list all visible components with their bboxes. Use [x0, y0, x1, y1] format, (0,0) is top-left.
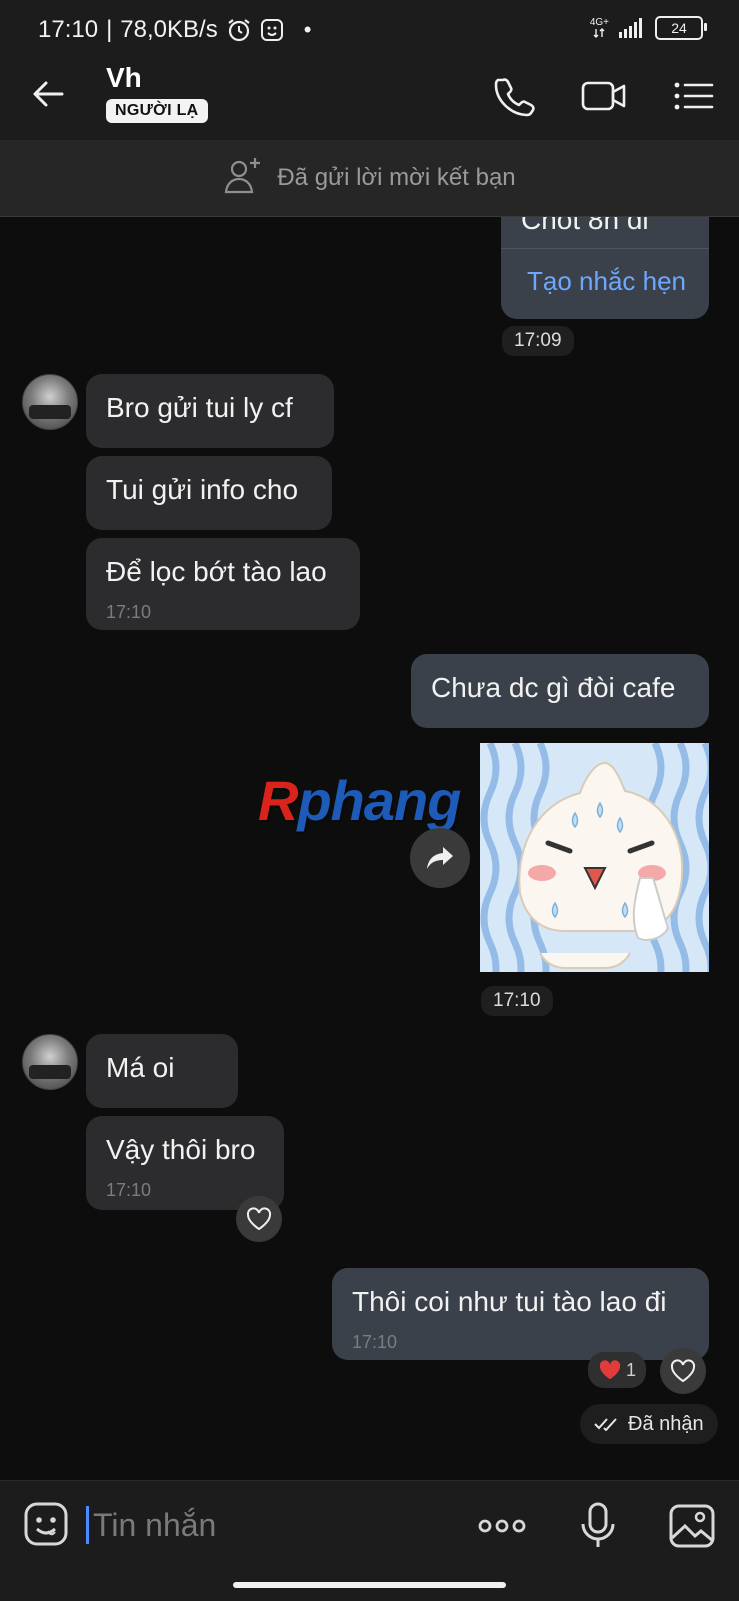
more-options-icon[interactable] [476, 1500, 528, 1552]
crying-dumpling-sticker [480, 743, 709, 972]
forward-button[interactable] [410, 828, 470, 888]
message-bubble-incoming[interactable]: Tui gửi info cho [86, 456, 332, 530]
status-left: 17:10 | 78,0KB/s • [38, 16, 312, 43]
menu-list-icon[interactable] [672, 74, 720, 118]
notification-dot-icon: • [303, 17, 312, 42]
delivery-status: Đã nhận [580, 1404, 718, 1444]
face-icon [260, 18, 284, 42]
stranger-badge: NGƯỜI LẠ [106, 99, 208, 123]
microphone-icon[interactable] [572, 1500, 624, 1552]
message-text: Thôi coi như tui tào lao đi [352, 1286, 667, 1317]
heart-filled-icon [599, 1360, 621, 1380]
reaction-count: 1 [626, 1359, 637, 1380]
react-heart-button[interactable] [236, 1196, 282, 1242]
reaction-summary[interactable]: 1 [588, 1352, 647, 1388]
divider [501, 248, 709, 249]
message-time: 17:10 [352, 1332, 398, 1352]
friend-request-bar-overlay[interactable]: Đã gửi lời mời kết bạn [0, 140, 739, 217]
timestamp-pill: 17:09 [502, 326, 574, 356]
share-arrow-icon [427, 847, 453, 869]
timestamp-pill: 17:10 [481, 986, 553, 1016]
message-text: Má oi [106, 1052, 175, 1083]
message-bubble-incoming[interactable]: Bro gửi tui ly cf [86, 374, 334, 448]
contact-name[interactable]: Vh [106, 62, 142, 94]
network-label: 4G+ [589, 17, 609, 28]
message-time: 17:10 [106, 1180, 152, 1200]
message-bubble-incoming[interactable]: Để lọc bớt tào lao 17:10 [86, 538, 360, 630]
watermark-logo: Rphang [258, 769, 461, 832]
heart-outline-icon [670, 1359, 696, 1383]
data-arrows-icon [593, 28, 605, 38]
heart-outline-icon [246, 1207, 272, 1231]
message-bubble-incoming[interactable]: Má oi [86, 1034, 238, 1108]
create-reminder-link[interactable]: Tạo nhắc hẹn [527, 266, 686, 297]
message-time: 17:10 [106, 602, 152, 622]
status-time: 17:10 [38, 16, 99, 43]
image-gallery-icon[interactable] [666, 1500, 718, 1552]
sticker-emoji-icon[interactable] [22, 1500, 74, 1552]
message-text: Tui gửi info cho [106, 474, 299, 505]
message-input[interactable]: Tin nhắn [86, 1500, 446, 1550]
message-text: Vậy thôi bro [106, 1134, 256, 1165]
message-bubble-outgoing[interactable]: Thôi coi như tui tào lao đi 17:10 [332, 1268, 709, 1360]
double-check-icon [594, 1418, 617, 1431]
status-right: 4G+ 24 [590, 16, 707, 40]
message-text: Chưa dc gì đòi cafe [431, 672, 676, 703]
message-text: Bro gửi tui ly cf [106, 392, 293, 423]
network-indicator: 4G+ [590, 18, 609, 38]
add-friend-icon [223, 156, 263, 201]
delivery-status-text: Đã nhận [628, 1412, 704, 1435]
signal-bars-icon [619, 18, 642, 38]
message-bubble-outgoing[interactable]: Chưa dc gì đòi cafe [411, 654, 709, 728]
video-call-icon[interactable] [580, 74, 628, 118]
text-caret [86, 1506, 89, 1544]
contact-avatar[interactable] [22, 1034, 78, 1090]
contact-avatar[interactable] [22, 374, 78, 430]
status-speed: 78,0KB/s [120, 16, 218, 43]
back-arrow-icon[interactable] [28, 74, 78, 118]
home-indicator [233, 1582, 506, 1588]
phone-icon[interactable] [492, 74, 540, 118]
alarm-icon [226, 17, 252, 43]
sticker-image[interactable] [480, 743, 709, 972]
battery-indicator: 24 [655, 16, 707, 40]
message-text: Để lọc bớt tào lao [106, 556, 327, 587]
react-heart-button[interactable] [660, 1348, 706, 1394]
friend-request-text: Đã gửi lời mời kết bạn [277, 164, 516, 191]
message-input-placeholder: Tin nhắn [93, 1506, 217, 1543]
